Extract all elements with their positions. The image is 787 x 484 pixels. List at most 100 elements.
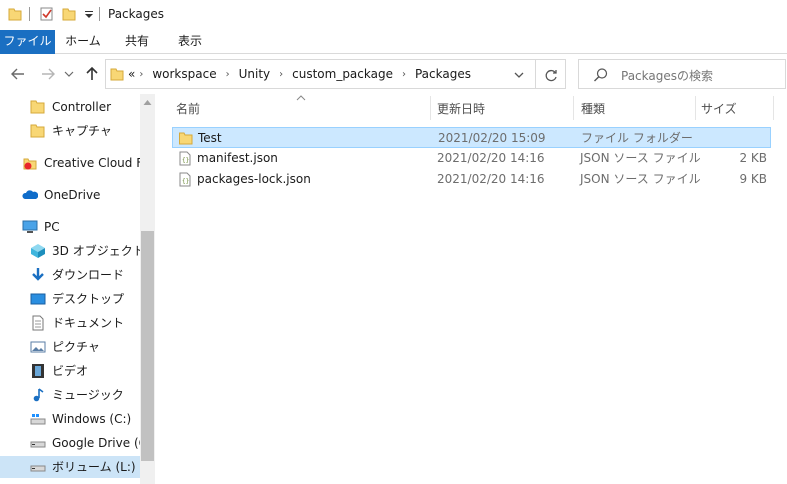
file-size: 9 KB bbox=[739, 172, 767, 186]
file-type: JSON ソース ファイル bbox=[580, 172, 701, 186]
drive-icon bbox=[30, 441, 46, 448]
cube-icon bbox=[31, 244, 45, 258]
refresh-button[interactable] bbox=[536, 59, 566, 89]
forward-arrow-icon[interactable] bbox=[38, 64, 58, 84]
sidebar-item-volume-l[interactable]: ボリューム (L:) bbox=[0, 456, 140, 478]
tab-home[interactable]: ホーム bbox=[58, 30, 108, 54]
folder-icon bbox=[110, 68, 124, 81]
sidebar-item-desktop[interactable]: デスクトップ bbox=[30, 288, 140, 310]
sidebar-item-pictures[interactable]: ピクチャ bbox=[30, 336, 140, 358]
sidebar-item-google-drive[interactable]: Google Drive (G:) bbox=[30, 432, 155, 454]
recent-locations-chevron-icon[interactable] bbox=[62, 64, 82, 84]
sidebar-item-label: 3D オブジェクト bbox=[52, 244, 145, 258]
sidebar-item-label: Controller bbox=[52, 100, 112, 114]
file-date: 2021/02/20 14:16 bbox=[437, 172, 545, 186]
sidebar-item-pc[interactable]: PC bbox=[22, 216, 140, 238]
address-dropdown-chevron-icon[interactable] bbox=[512, 68, 526, 82]
file-date: 2021/02/20 15:09 bbox=[438, 131, 546, 145]
document-icon bbox=[32, 315, 44, 331]
title-separator bbox=[99, 7, 100, 21]
file-name: manifest.json bbox=[197, 151, 278, 165]
picture-icon bbox=[30, 341, 46, 353]
sidebar-item-onedrive[interactable]: OneDrive bbox=[22, 184, 140, 206]
title-bar: Packages bbox=[0, 0, 787, 30]
search-icon bbox=[594, 68, 608, 82]
file-row-manifest[interactable]: {} manifest.json 2021/02/20 14:16 JSON ソ… bbox=[172, 148, 771, 169]
sidebar-scroll-thumb[interactable] bbox=[141, 231, 154, 461]
sidebar-item-label: ボリューム (L:) bbox=[52, 460, 136, 474]
svg-text:{}: {} bbox=[182, 178, 189, 185]
column-header-date[interactable]: 更新日時 bbox=[437, 100, 572, 120]
sidebar-item-label: ピクチャ bbox=[52, 340, 100, 354]
breadcrumb-unity[interactable]: Unity bbox=[239, 67, 271, 81]
sidebar-item-label: PC bbox=[44, 220, 60, 234]
desktop-icon bbox=[30, 293, 46, 305]
sidebar-item-label: Windows (C:) bbox=[52, 412, 132, 426]
column-header-size[interactable]: サイズ bbox=[701, 100, 771, 120]
sidebar-item-3d-objects[interactable]: 3D オブジェクト bbox=[30, 240, 145, 262]
file-row-packages-lock[interactable]: {} packages-lock.json 2021/02/20 14:16 J… bbox=[172, 169, 771, 190]
sidebar-item-label: キャプチャ bbox=[52, 124, 112, 138]
tab-share[interactable]: 共有 bbox=[112, 30, 162, 54]
sidebar-item-label: OneDrive bbox=[44, 188, 101, 202]
creative-cloud-icon bbox=[23, 158, 37, 170]
download-icon bbox=[32, 268, 44, 281]
file-type: ファイル フォルダー bbox=[581, 131, 693, 145]
cloud-icon bbox=[22, 190, 38, 199]
title-separator bbox=[29, 7, 30, 21]
sidebar-item-videos[interactable]: ビデオ bbox=[30, 360, 140, 382]
breadcrumb-overflow[interactable]: « bbox=[128, 67, 135, 81]
search-placeholder: Packagesの検索 bbox=[621, 69, 713, 83]
sidebar-item-label: Creative Cloud Files bbox=[44, 156, 155, 170]
sidebar-item-documents[interactable]: ドキュメント bbox=[30, 312, 140, 334]
tab-view[interactable]: 表示 bbox=[164, 30, 216, 54]
column-divider[interactable] bbox=[695, 96, 696, 120]
properties-icon[interactable] bbox=[40, 6, 54, 22]
folder-icon bbox=[30, 124, 45, 138]
refresh-icon bbox=[545, 69, 557, 82]
column-divider[interactable] bbox=[573, 96, 574, 120]
folder-icon[interactable] bbox=[8, 6, 22, 22]
ribbon-tabs: ファイル ホーム 共有 表示 bbox=[0, 30, 787, 54]
column-divider[interactable] bbox=[773, 96, 774, 120]
sidebar-item-label: ビデオ bbox=[52, 364, 89, 378]
svg-text:{}: {} bbox=[182, 157, 189, 164]
navigation-pane: Controller キャプチャ Creative Cloud Files On… bbox=[0, 94, 155, 484]
json-file-icon: {} bbox=[179, 172, 191, 187]
file-name: Test bbox=[198, 131, 222, 145]
sidebar-item-creative-cloud[interactable]: Creative Cloud Files bbox=[22, 152, 155, 174]
file-size: 2 KB bbox=[739, 151, 767, 165]
breadcrumb: « › workspace › Unity › custom_package ›… bbox=[128, 66, 471, 82]
breadcrumb-packages[interactable]: Packages bbox=[415, 67, 471, 81]
breadcrumb-separator: › bbox=[225, 68, 230, 80]
column-header-name[interactable]: 名前 bbox=[176, 100, 426, 120]
file-name: packages-lock.json bbox=[197, 172, 311, 186]
sidebar-item-downloads[interactable]: ダウンロード bbox=[30, 264, 140, 286]
video-icon bbox=[32, 364, 44, 378]
sidebar-item-label: デスクトップ bbox=[52, 292, 125, 306]
file-type: JSON ソース ファイル bbox=[580, 151, 701, 165]
breadcrumb-separator: › bbox=[401, 68, 406, 80]
column-divider[interactable] bbox=[430, 96, 431, 120]
up-arrow-icon[interactable] bbox=[82, 64, 102, 84]
sidebar-item-music[interactable]: ミュージック bbox=[30, 384, 140, 406]
file-row-test[interactable]: Test 2021/02/20 15:09 ファイル フォルダー bbox=[172, 127, 771, 148]
sidebar-item-label: ドキュメント bbox=[52, 316, 125, 330]
json-file-icon: {} bbox=[179, 151, 191, 166]
chevron-down-icon[interactable] bbox=[84, 6, 94, 22]
column-header-type[interactable]: 種類 bbox=[581, 100, 691, 120]
back-arrow-icon[interactable] bbox=[8, 64, 28, 84]
breadcrumb-separator: › bbox=[139, 68, 144, 80]
new-folder-icon[interactable] bbox=[62, 6, 76, 22]
breadcrumb-custom-package[interactable]: custom_package bbox=[292, 67, 393, 81]
breadcrumb-workspace[interactable]: workspace bbox=[152, 67, 216, 81]
drive-icon bbox=[30, 465, 46, 472]
drive-icon bbox=[30, 414, 46, 425]
tab-file[interactable]: ファイル bbox=[0, 30, 55, 54]
sidebar-item-controller[interactable]: Controller bbox=[30, 96, 140, 118]
search-box[interactable]: Packagesの検索 bbox=[578, 59, 786, 89]
scroll-up-icon[interactable] bbox=[143, 98, 152, 106]
sidebar-item-capture[interactable]: キャプチャ bbox=[30, 120, 140, 142]
sidebar-item-windows-c[interactable]: Windows (C:) bbox=[30, 408, 140, 430]
window-title: Packages bbox=[108, 7, 164, 21]
